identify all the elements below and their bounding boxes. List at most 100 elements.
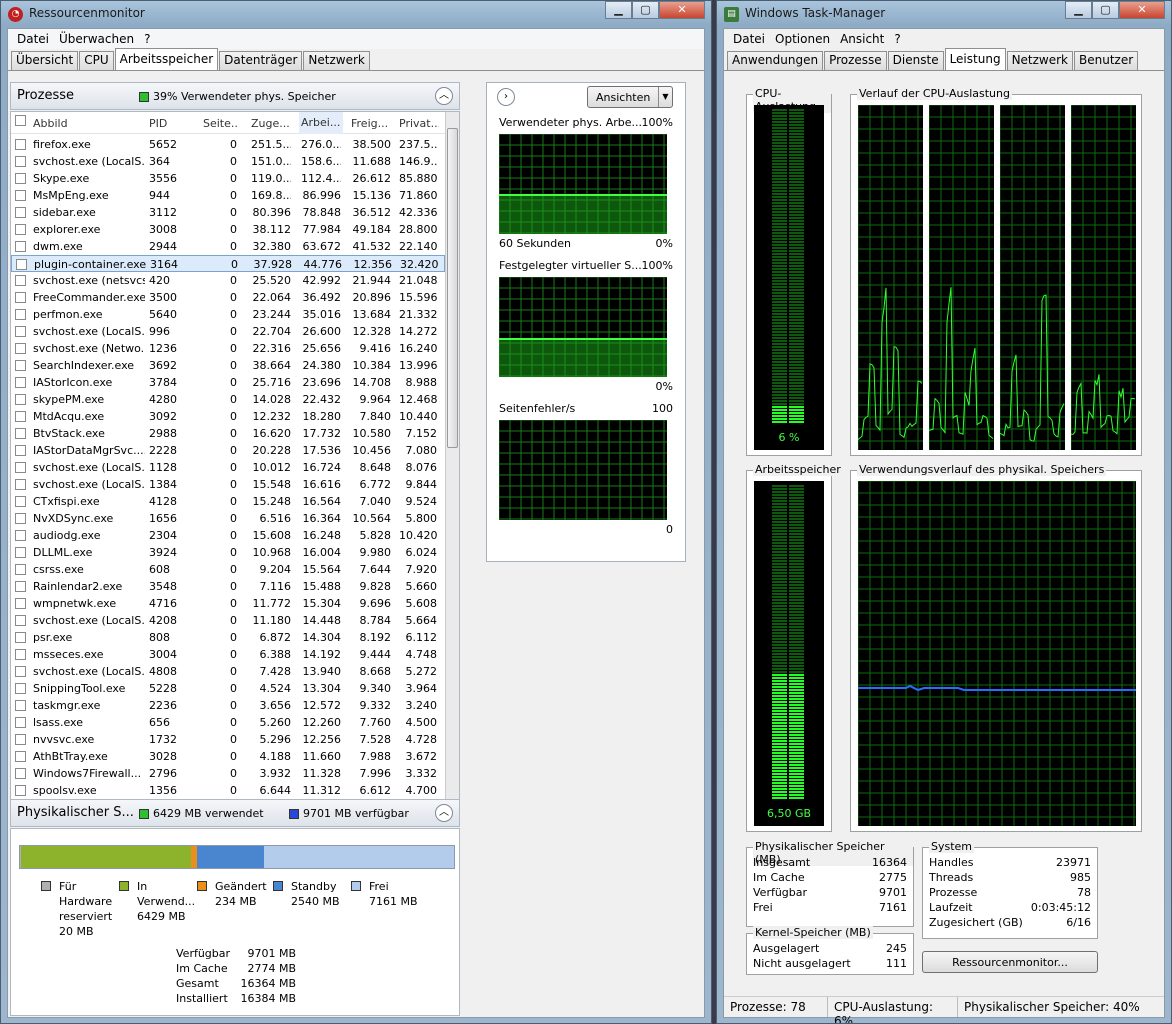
menu-optionen[interactable]: Optionen [770,32,835,46]
row-checkbox[interactable] [15,377,26,388]
row-checkbox[interactable] [15,292,26,303]
column-header-1[interactable]: PID [147,117,197,130]
table-row[interactable]: msseces.exe 3004 0 6.388 14.192 9.444 4.748 [11,646,445,663]
tab-netzwerk[interactable]: Netzwerk [1006,51,1074,70]
row-checkbox[interactable] [15,445,26,456]
physical-memory-panel-header[interactable]: Physikalischer S... 6429 MB verwendet 97… [10,799,460,827]
table-row[interactable]: Skype.exe 3556 0 119.0... 112.4... 26.612 85.8… [11,170,445,187]
tab-prozesse[interactable]: Prozesse [824,51,887,70]
table-row[interactable]: CTxfispi.exe 4128 0 15.248 16.564 7.040 9.524 [11,493,445,510]
row-checkbox[interactable] [15,564,26,575]
table-row[interactable]: svchost.exe (LocalS... 1384 0 15.548 16.616 6… [11,476,445,493]
table-row[interactable]: taskmgr.exe 2236 0 3.656 12.572 9.332 3.240 [11,697,445,714]
table-row[interactable]: perfmon.exe 5640 0 23.244 35.016 13.684 21.332 [11,306,445,323]
resource-monitor-button[interactable]: Ressourcenmonitor... [922,951,1098,973]
tab-uebersicht[interactable]: Übersicht [11,51,79,70]
row-checkbox[interactable] [15,683,26,694]
row-checkbox[interactable] [15,496,26,507]
row-checkbox[interactable] [15,139,26,150]
table-row[interactable]: FreeCommander.exe 3500 0 22.064 36.492 20.896… [11,289,445,306]
row-checkbox[interactable] [15,411,26,422]
table-row[interactable]: svchost.exe (Netwo... 1236 0 22.316 25.656 9.… [11,340,445,357]
rm-titlebar[interactable]: ◔ Ressourcenmonitor ▁ ▢ ✕ [1,1,711,27]
row-checkbox[interactable] [15,530,26,541]
table-row[interactable]: audiodg.exe 2304 0 15.608 16.248 5.828 10.420 [11,527,445,544]
table-row[interactable]: AthBtTray.exe 3028 0 4.188 11.660 7.988 3.672 [11,748,445,765]
collapse-physical-memory-icon[interactable]: ︿ [435,804,453,822]
row-checkbox[interactable] [15,343,26,354]
row-checkbox[interactable] [15,547,26,558]
table-row[interactable]: spoolsv.exe 1356 0 6.644 11.312 6.612 4.700 [11,782,445,799]
row-checkbox[interactable] [15,615,26,626]
table-row[interactable]: IAStorIcon.exe 3784 0 25.716 23.696 14.708 8.9… [11,374,445,391]
table-row[interactable]: svchost.exe (LocalS... 364 0 151.0... 158.6.… [11,153,445,170]
table-row[interactable]: MsMpEng.exe 944 0 169.8... 86.996 15.136 71.86… [11,187,445,204]
process-table-scrollbar[interactable] [445,112,459,820]
column-header-2[interactable]: Seite... [201,117,239,130]
row-checkbox[interactable] [15,275,26,286]
row-checkbox[interactable] [15,156,26,167]
table-row[interactable]: IAStorDataMgrSvc.... 2228 0 20.228 17.536 10.… [11,442,445,459]
table-row[interactable]: SearchIndexer.exe 3692 0 38.664 24.380 10.384… [11,357,445,374]
menu-datei[interactable]: Datei [12,32,54,46]
menu-ueberwachen[interactable]: Überwachen [54,32,139,46]
tab-netzwerk[interactable]: Netzwerk [303,51,370,70]
minimize-button[interactable]: ▁ [1065,1,1092,19]
table-row[interactable]: lsass.exe 656 0 5.260 12.260 7.760 4.500 [11,714,445,731]
table-row[interactable]: psr.exe 808 0 6.872 14.304 8.192 6.112 [11,629,445,646]
row-checkbox[interactable] [15,394,26,405]
table-row[interactable]: csrss.exe 608 0 9.204 15.564 7.644 7.920 [11,561,445,578]
tab-cpu[interactable]: CPU [79,51,114,70]
table-row[interactable]: BtvStack.exe 2988 0 16.620 17.732 10.580 7.152 [11,425,445,442]
minimize-button[interactable]: ▁ [605,1,632,19]
table-row[interactable]: svchost.exe (LocalS... 996 0 22.704 26.600 12… [11,323,445,340]
column-header-0[interactable]: Abbild [31,117,143,130]
row-checkbox[interactable] [15,649,26,660]
table-row[interactable]: explorer.exe 3008 0 38.112 77.984 49.184 28.80… [11,221,445,238]
scrollbar-thumb[interactable] [447,128,458,448]
column-header-5[interactable]: Freig... [349,117,393,130]
row-checkbox[interactable] [16,259,27,270]
table-row[interactable]: nvvsvc.exe 1732 0 5.296 12.256 7.528 4.728 [11,731,445,748]
row-checkbox[interactable] [15,785,26,796]
expand-graphs-icon[interactable]: › [497,88,515,106]
maximize-button[interactable]: ▢ [632,1,659,19]
row-checkbox[interactable] [15,598,26,609]
table-row[interactable]: firefox.exe 5652 0 251.5... 276.0... 38.500 23… [11,136,445,153]
close-button[interactable]: ✕ [659,1,705,19]
menu-help[interactable]: ? [889,32,905,46]
maximize-button[interactable]: ▢ [1092,1,1119,19]
row-checkbox[interactable] [15,734,26,745]
row-checkbox[interactable] [15,513,26,524]
table-row[interactable]: NvXDSync.exe 1656 0 6.516 16.364 10.564 5.800 [11,510,445,527]
menu-ansicht[interactable]: Ansicht [835,32,889,46]
table-row[interactable]: svchost.exe (LocalS... 4808 0 7.428 13.940 8.… [11,663,445,680]
collapse-processes-icon[interactable]: ︿ [435,87,453,105]
table-row[interactable]: wmpnetwk.exe 4716 0 11.772 15.304 9.696 5.608 [11,595,445,612]
row-checkbox[interactable] [15,768,26,779]
tab-datentraeger[interactable]: Datenträger [219,51,303,70]
select-all-checkbox[interactable] [15,115,26,126]
menu-help[interactable]: ? [139,32,155,46]
row-checkbox[interactable] [15,700,26,711]
table-row[interactable]: svchost.exe (netsvcs) 420 0 25.520 42.992 21.… [11,272,445,289]
row-checkbox[interactable] [15,717,26,728]
processes-panel-header[interactable]: Prozesse 39% Verwendeter phys. Speicher … [10,82,460,110]
table-row[interactable]: Rainlendar2.exe 3548 0 7.116 15.488 9.828 5.66… [11,578,445,595]
row-checkbox[interactable] [15,326,26,337]
table-row[interactable]: plugin-container.exe 3164 0 37.928 44.776 12.… [11,255,445,272]
column-header-4[interactable]: Arbei... [299,112,343,134]
table-row[interactable]: dwm.exe 2944 0 32.380 63.672 41.532 22.140 [11,238,445,255]
tab-leistung[interactable]: Leistung [944,48,1006,70]
column-header-3[interactable]: Zuge... [249,117,293,130]
row-checkbox[interactable] [15,309,26,320]
row-checkbox[interactable] [15,751,26,762]
table-row[interactable]: MtdAcqu.exe 3092 0 12.232 18.280 7.840 10.440 [11,408,445,425]
table-row[interactable]: Windows7Firewall... 2796 0 3.932 11.328 7.996… [11,765,445,782]
table-row[interactable]: svchost.exe (LocalS... 1128 0 10.012 16.724 8… [11,459,445,476]
table-row[interactable]: skypePM.exe 4280 0 14.028 22.432 9.964 12.468 [11,391,445,408]
tab-benutzer[interactable]: Benutzer [1074,51,1139,70]
row-checkbox[interactable] [15,632,26,643]
row-checkbox[interactable] [15,173,26,184]
column-header-6[interactable]: Privat... [397,117,439,130]
